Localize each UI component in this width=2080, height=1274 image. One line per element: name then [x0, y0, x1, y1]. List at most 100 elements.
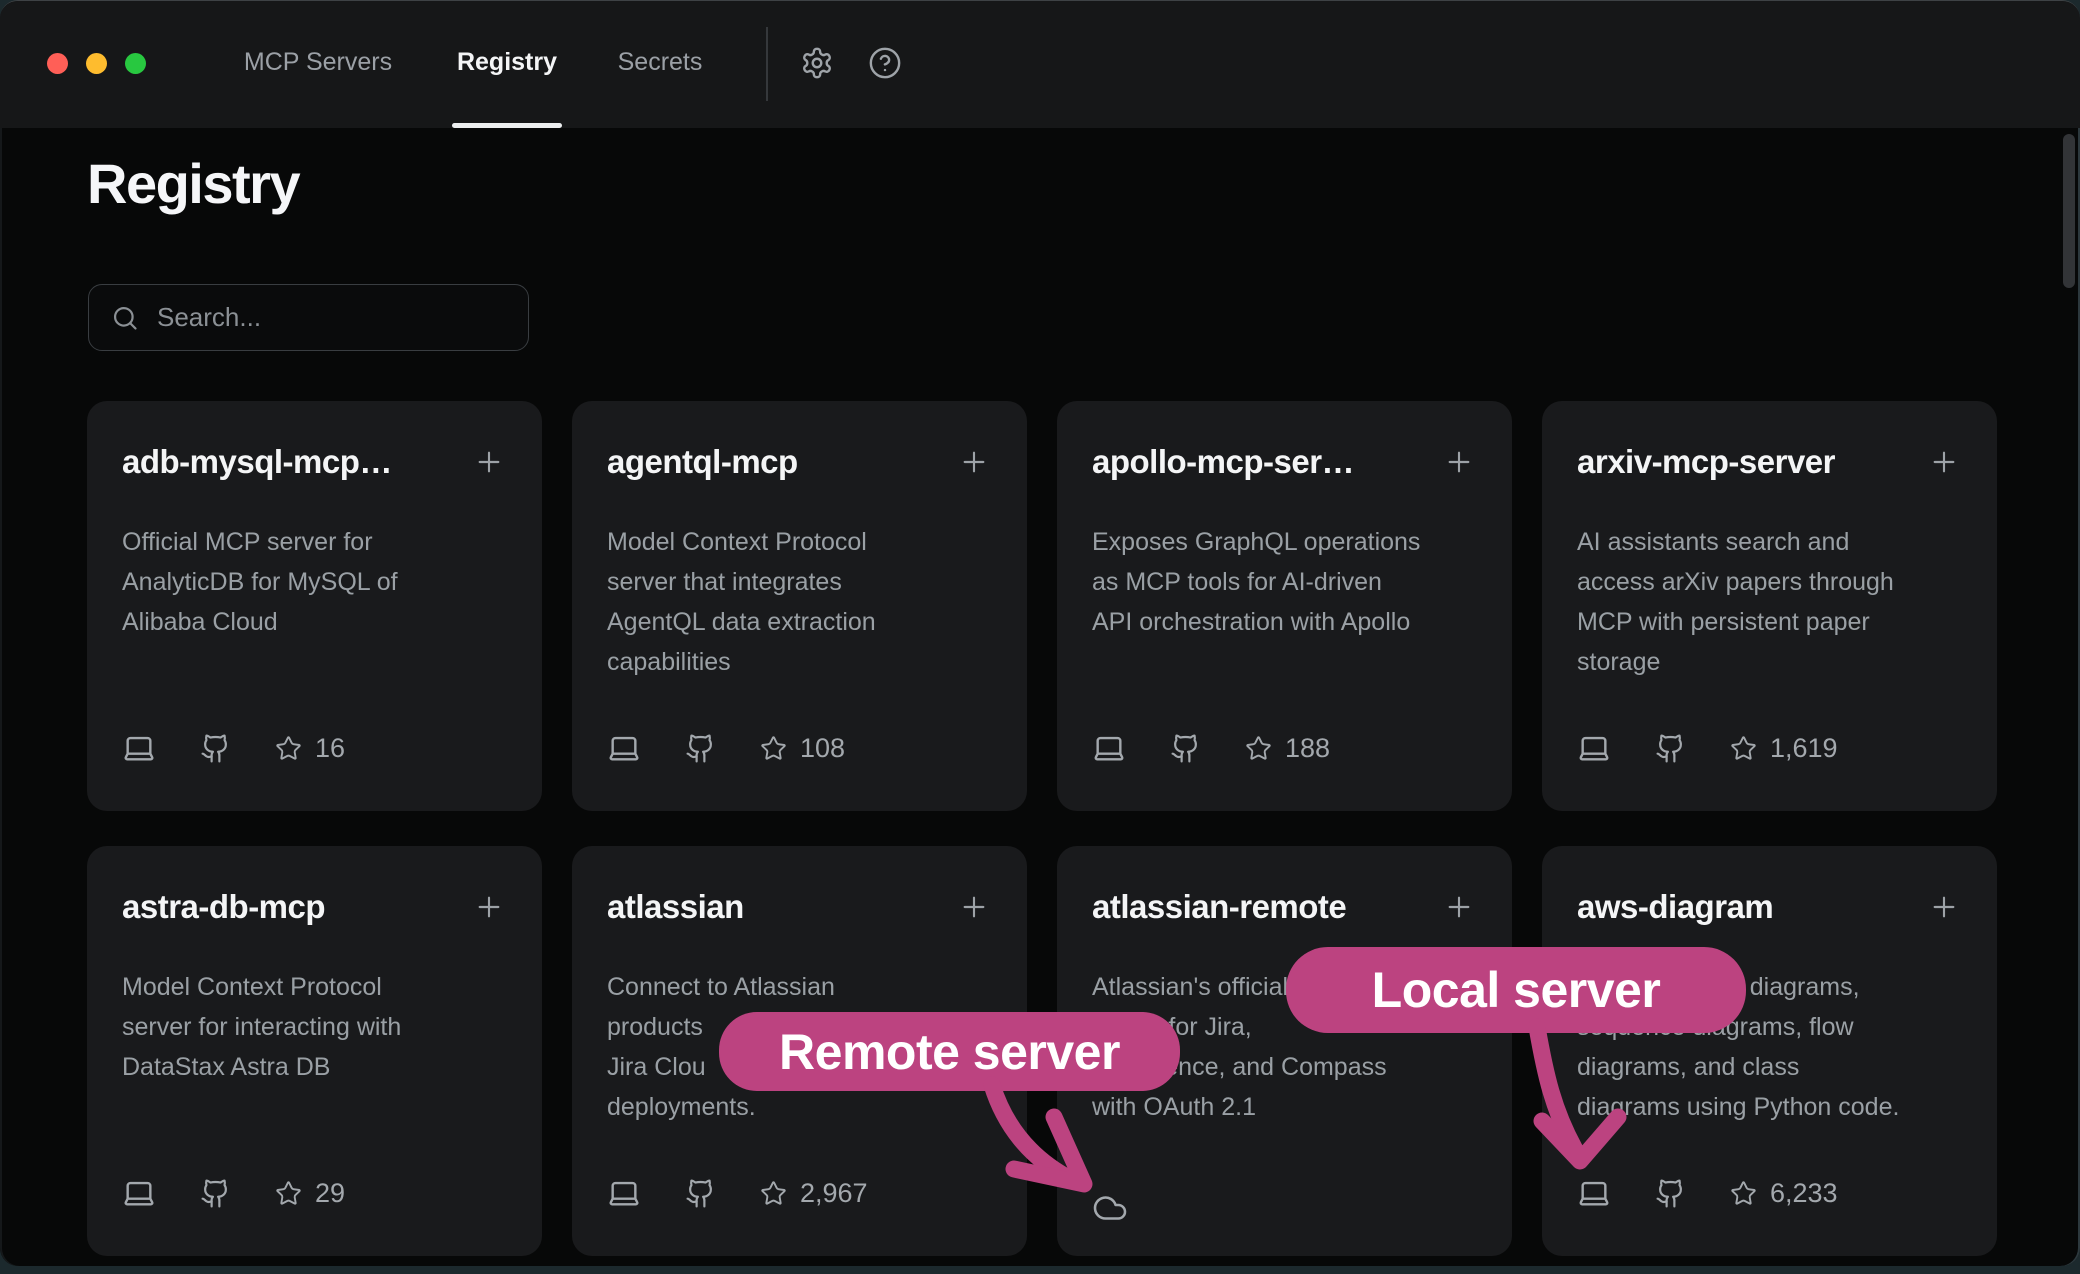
remote-server-callout: Remote server [719, 1012, 1180, 1091]
star-count: 29 [315, 1178, 345, 1209]
card-title: arxiv-mcp-server [1577, 443, 1915, 481]
add-server-button[interactable] [473, 446, 505, 478]
toolbar-divider [766, 27, 768, 101]
star-icon [760, 735, 787, 762]
card-title: agentql-mcp [607, 443, 945, 481]
server-card[interactable]: apollo-mcp-ser… Exposes GraphQL operatio… [1057, 401, 1512, 811]
star-icon [275, 735, 302, 762]
gear-icon [800, 46, 834, 80]
star-rating: 188 [1245, 733, 1330, 764]
star-rating: 29 [275, 1178, 345, 1209]
card-title: atlassian [607, 888, 945, 926]
card-footer: 6,233 [1577, 1176, 1838, 1210]
minimize-window-button[interactable] [86, 53, 107, 74]
help-button[interactable] [867, 46, 903, 82]
card-title: aws-diagram [1577, 888, 1915, 926]
card-description: AI assistants search andaccess arXiv pap… [1577, 522, 1971, 682]
help-icon [868, 46, 902, 80]
card-footer: 188 [1092, 731, 1330, 765]
star-icon [275, 1180, 302, 1207]
close-window-button[interactable] [47, 53, 68, 74]
github-icon [1170, 733, 1201, 764]
server-card[interactable]: aws-diagram Generate AWS diagrams,sequen… [1542, 846, 1997, 1256]
star-icon [1730, 735, 1757, 762]
plus-icon [473, 891, 505, 923]
add-server-button[interactable] [1443, 446, 1475, 478]
card-footer: 2,967 [607, 1176, 868, 1210]
card-description: Model Context Protocolserver for interac… [122, 967, 516, 1087]
laptop-icon [1577, 731, 1611, 765]
card-title: apollo-mcp-ser… [1092, 443, 1430, 481]
plus-icon [1443, 446, 1475, 478]
app-window: MCP Servers Registry Secrets Registry adb-… [0, 0, 2080, 1266]
remote-server-label: Remote server [779, 1023, 1120, 1081]
star-icon [1730, 1180, 1757, 1207]
search-icon [111, 304, 139, 332]
plus-icon [1928, 891, 1960, 923]
search-box [88, 284, 529, 351]
add-server-button[interactable] [1443, 891, 1475, 923]
add-server-button[interactable] [1928, 891, 1960, 923]
active-tab-indicator [452, 123, 562, 128]
card-description: Exposes GraphQL operationsas MCP tools f… [1092, 522, 1486, 642]
card-footer: 1,619 [1577, 731, 1838, 765]
tab-secrets[interactable]: Secrets [618, 48, 703, 77]
add-server-button[interactable] [958, 446, 990, 478]
scrollbar-thumb[interactable] [2063, 134, 2075, 288]
local-server-label: Local server [1372, 961, 1661, 1019]
star-rating: 6,233 [1730, 1178, 1838, 1209]
laptop-icon [607, 731, 641, 765]
star-rating: 16 [275, 733, 345, 764]
star-count: 108 [800, 733, 845, 764]
laptop-icon [607, 1176, 641, 1210]
registry-grid: adb-mysql-mcp… Official MCP server forAn… [87, 401, 1997, 1256]
plus-icon [473, 446, 505, 478]
star-count: 16 [315, 733, 345, 764]
plus-icon [1443, 891, 1475, 923]
github-icon [200, 1178, 231, 1209]
zoom-window-button[interactable] [125, 53, 146, 74]
github-icon [685, 1178, 716, 1209]
card-title: astra-db-mcp [122, 888, 460, 926]
plus-icon [958, 446, 990, 478]
laptop-icon [1577, 1176, 1611, 1210]
star-count: 188 [1285, 733, 1330, 764]
cloud-icon [1092, 1190, 1128, 1226]
star-count: 2,967 [800, 1178, 868, 1209]
github-icon [1655, 733, 1686, 764]
tab-mcp-servers[interactable]: MCP Servers [244, 48, 392, 77]
add-server-button[interactable] [958, 891, 990, 923]
add-server-button[interactable] [473, 891, 505, 923]
star-icon [760, 1180, 787, 1207]
card-description: Official MCP server forAnalyticDB for My… [122, 522, 516, 642]
card-description: Model Context Protocolserver that integr… [607, 522, 1001, 682]
card-footer: 29 [122, 1176, 345, 1210]
add-server-button[interactable] [1928, 446, 1960, 478]
card-footer: 108 [607, 731, 845, 765]
star-count: 1,619 [1770, 733, 1838, 764]
laptop-icon [122, 1176, 156, 1210]
titlebar: MCP Servers Registry Secrets [0, 1, 2080, 128]
github-icon [1655, 1178, 1686, 1209]
star-count: 6,233 [1770, 1178, 1838, 1209]
card-title: atlassian-remote [1092, 888, 1430, 926]
plus-icon [1928, 446, 1960, 478]
server-card[interactable]: adb-mysql-mcp… Official MCP server forAn… [87, 401, 542, 811]
plus-icon [958, 891, 990, 923]
card-footer: 16 [122, 731, 345, 765]
star-rating: 108 [760, 733, 845, 764]
laptop-icon [122, 731, 156, 765]
page-title: Registry [87, 151, 299, 216]
star-rating: 1,619 [1730, 733, 1838, 764]
server-card[interactable]: arxiv-mcp-server AI assistants search an… [1542, 401, 1997, 811]
server-card[interactable]: agentql-mcp Model Context Protocolserver… [572, 401, 1027, 811]
card-title: adb-mysql-mcp… [122, 443, 460, 481]
settings-button[interactable] [799, 46, 835, 82]
star-rating: 2,967 [760, 1178, 868, 1209]
search-input[interactable] [157, 302, 510, 333]
star-icon [1245, 735, 1272, 762]
github-icon [200, 733, 231, 764]
github-icon [685, 733, 716, 764]
tab-registry[interactable]: Registry [457, 48, 557, 77]
server-card[interactable]: astra-db-mcp Model Context Protocolserve… [87, 846, 542, 1256]
